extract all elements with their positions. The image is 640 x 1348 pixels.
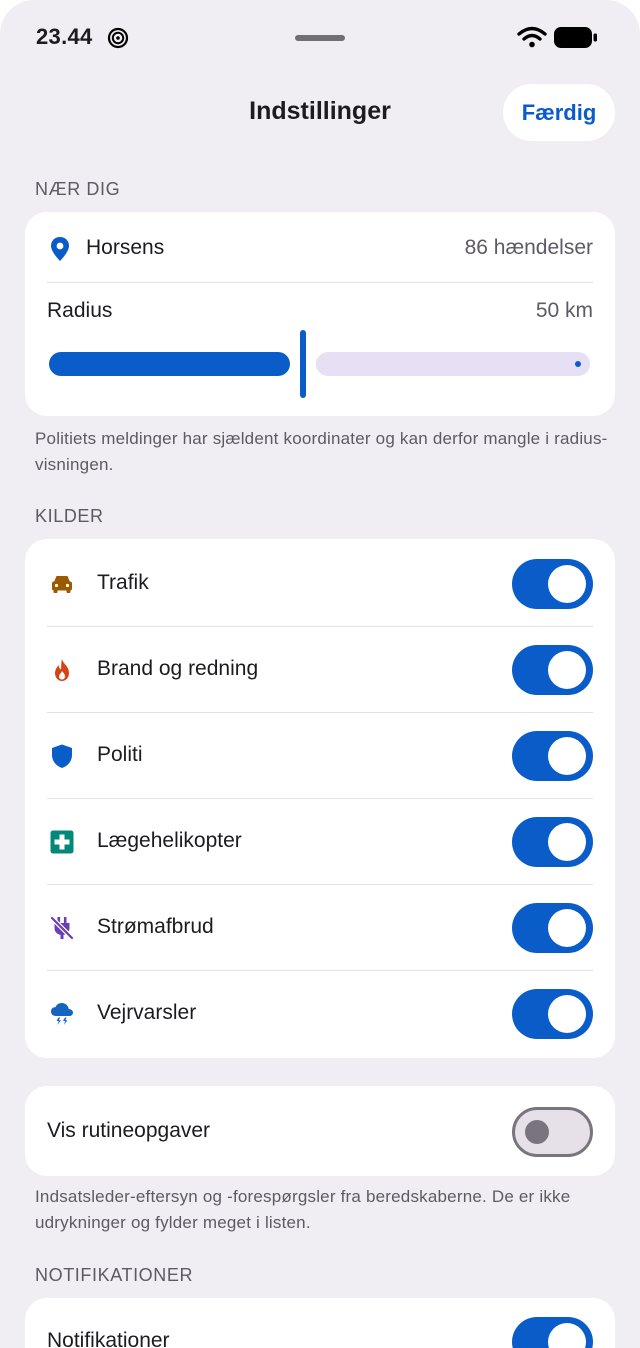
vejrvarsler-toggle[interactable] xyxy=(512,989,593,1039)
status-time: 23.44 xyxy=(36,24,93,49)
slider-inactive-track xyxy=(316,352,590,376)
status-bar: 23.44 xyxy=(0,0,640,76)
source-row-vejrvarsler[interactable]: Vejrvarsler xyxy=(25,970,615,1056)
car-icon xyxy=(52,576,72,593)
source-row-brand[interactable]: Brand og redning xyxy=(25,626,615,712)
routine-footnote: Indsatsleder-eftersyn og -forespørgsler … xyxy=(35,1187,571,1232)
near-you-card: Horsens 86 hændelser Radius 50 km xyxy=(25,212,615,416)
source-row-stroemafbrud[interactable]: Strømafbrud xyxy=(25,884,615,970)
laegehelikopter-toggle[interactable] xyxy=(512,817,593,867)
notifications-row[interactable]: Notifikationer xyxy=(25,1298,615,1348)
source-label: Politi xyxy=(97,743,143,766)
stroemafbrud-toggle[interactable] xyxy=(512,903,593,953)
toggle-knob xyxy=(525,1120,549,1144)
notifications-card: Notifikationer xyxy=(25,1298,615,1348)
notifications-toggle[interactable] xyxy=(512,1317,593,1348)
radius-label: Radius xyxy=(47,299,113,322)
toggle-knob xyxy=(548,1323,586,1348)
power-off-icon xyxy=(50,916,74,940)
source-row-trafik[interactable]: Trafik xyxy=(25,540,615,626)
toggle-knob xyxy=(548,737,586,775)
slider-thumb[interactable] xyxy=(300,330,306,398)
shield-icon xyxy=(52,744,72,768)
radius-footnote: Politiets meldinger har sjældent koordin… xyxy=(35,429,608,474)
politi-toggle[interactable] xyxy=(512,731,593,781)
slider-stop-indicator xyxy=(575,361,581,367)
camera-notch xyxy=(295,35,345,41)
routine-card: Vis rutineopgaver xyxy=(25,1086,615,1176)
toggle-knob xyxy=(548,565,586,603)
toggle-knob xyxy=(548,651,586,689)
section-header-near-you: NÆR DIG xyxy=(35,179,121,199)
source-row-politi[interactable]: Politi xyxy=(25,712,615,798)
spiral-icon xyxy=(107,27,129,49)
slider-active-track xyxy=(49,352,290,376)
source-label: Trafik xyxy=(97,571,149,594)
trafik-toggle[interactable] xyxy=(512,559,593,609)
brand-toggle[interactable] xyxy=(512,645,593,695)
source-label: Vejrvarsler xyxy=(97,1001,197,1024)
toggle-knob xyxy=(548,823,586,861)
location-pin-icon xyxy=(51,237,69,261)
toggle-knob xyxy=(548,909,586,947)
event-count: 86 hændelser xyxy=(464,236,593,259)
fire-icon xyxy=(55,659,69,681)
toggle-knob xyxy=(548,995,586,1033)
source-label: Lægehelikopter xyxy=(97,829,242,852)
done-button[interactable]: Færdig xyxy=(503,84,615,141)
storm-cloud-icon xyxy=(51,1003,73,1025)
source-label: Brand og redning xyxy=(97,657,259,680)
section-header-notifications: NOTIFIKATIONER xyxy=(35,1265,194,1285)
source-row-laegehelikopter[interactable]: Lægehelikopter xyxy=(25,798,615,884)
routine-row[interactable]: Vis rutineopgaver xyxy=(25,1088,615,1174)
radius-slider[interactable] xyxy=(49,330,590,398)
sources-card: Trafik Brand og redning Politi Lægehelik… xyxy=(25,539,615,1058)
wifi-icon xyxy=(517,26,547,48)
source-label: Strømafbrud xyxy=(97,915,214,938)
battery-icon xyxy=(554,27,597,48)
routine-label: Vis rutineopgaver xyxy=(47,1119,211,1142)
routine-toggle[interactable] xyxy=(512,1107,593,1157)
medical-cross-icon xyxy=(50,830,74,854)
divider xyxy=(47,282,593,283)
settings-screen: 23.44 Indstillinger Færdig NÆR DIG Horse… xyxy=(0,0,640,1348)
radius-value: 50 km xyxy=(535,299,593,322)
location-name: Horsens xyxy=(86,236,165,259)
section-header-sources: KILDER xyxy=(35,506,104,526)
notifications-label: Notifikationer xyxy=(47,1329,170,1348)
